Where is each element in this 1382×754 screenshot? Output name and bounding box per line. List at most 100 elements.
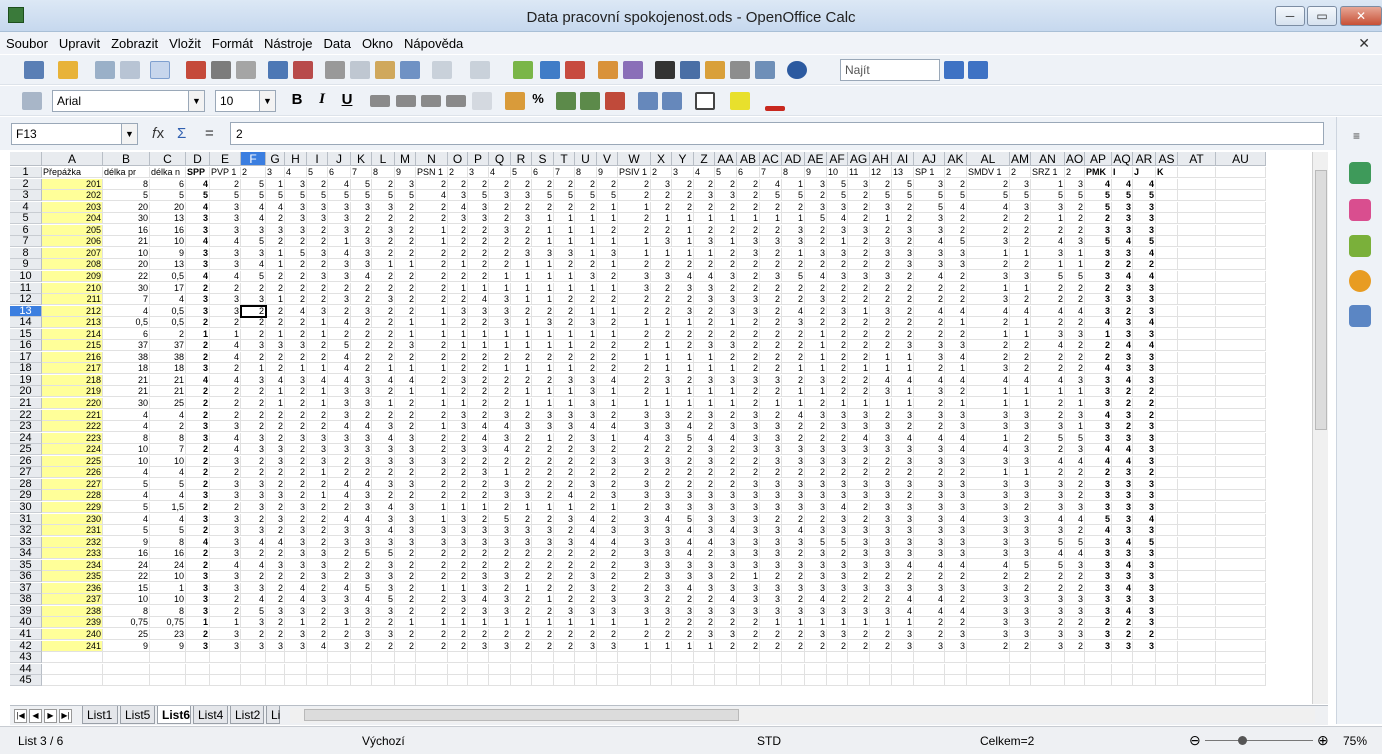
grid-cell[interactable]: 2 (1031, 409, 1065, 421)
grid-cell[interactable]: 3 (307, 444, 328, 456)
grid-cell[interactable]: 3 (448, 213, 468, 225)
grid-cell[interactable]: 3 (827, 421, 848, 433)
grid-cell[interactable]: 3 (1010, 478, 1031, 490)
grid-cell[interactable]: 3 (468, 571, 489, 583)
grid-cell[interactable]: 5 (945, 236, 967, 248)
grid-cell[interactable]: 3 (694, 294, 715, 306)
menu-item[interactable]: Zobrazit (105, 32, 163, 51)
grid-cell[interactable]: 3 (827, 305, 848, 317)
grid-cell[interactable]: 3 (328, 201, 351, 213)
sidebar-menu-icon[interactable]: ≡ (1353, 129, 1360, 143)
grid-cell[interactable]: 1 (468, 328, 489, 340)
grid-cell[interactable]: 2 (448, 629, 468, 640)
grid-cell[interactable]: 2 (1031, 467, 1065, 479)
grid-cell[interactable]: 2 (266, 582, 285, 594)
grid-cell[interactable]: 2 (848, 236, 870, 248)
grid-cell[interactable]: 2 (328, 629, 351, 640)
grid-cell[interactable]: J (1133, 167, 1156, 178)
grid-cell[interactable]: 3 (827, 525, 848, 537)
grid-cell[interactable]: 3 (372, 478, 395, 490)
grid-cell[interactable] (186, 675, 210, 687)
grid-cell[interactable]: 5 (870, 190, 892, 202)
grid-cell[interactable]: 2 (715, 467, 737, 479)
grid-cell[interactable]: 2 (1031, 351, 1065, 363)
grid-cell[interactable]: 3 (328, 409, 351, 421)
grid-cell[interactable]: 2 (554, 259, 575, 271)
save-icon[interactable] (95, 61, 115, 79)
grid-cell[interactable] (511, 652, 532, 664)
grid-cell[interactable]: 7 (150, 444, 186, 456)
column-header[interactable]: AM (1010, 152, 1031, 166)
grid-cell[interactable]: 2 (416, 594, 448, 606)
grid-cell[interactable]: 2 (416, 478, 448, 490)
grid-cell[interactable]: 2 (1010, 501, 1031, 513)
grid-cell[interactable]: 2 (416, 432, 448, 444)
grid-cell[interactable]: 218 (42, 374, 103, 386)
grid-cell[interactable]: 3 (737, 582, 760, 594)
grid-cell[interactable]: 3 (694, 340, 715, 352)
grid-cell[interactable]: 4 (967, 305, 1010, 317)
align-center-icon[interactable] (396, 95, 416, 107)
grid-cell[interactable] (1216, 167, 1266, 178)
grid-cell[interactable] (1216, 224, 1266, 236)
grid-cell[interactable]: 2 (328, 328, 351, 340)
grid-cell[interactable]: 2 (1065, 282, 1085, 294)
grid-cell[interactable]: 2 (266, 351, 285, 363)
sheet-tab[interactable]: List5 (120, 706, 155, 724)
grid-cell[interactable]: 3 (760, 455, 782, 467)
grid-cell[interactable] (848, 675, 870, 687)
grid-cell[interactable]: 2 (416, 374, 448, 386)
grid-cell[interactable]: 3 (1112, 467, 1133, 479)
grid-cell[interactable]: 1 (1065, 259, 1085, 271)
grid-cell[interactable] (1065, 675, 1085, 687)
grid-cell[interactable] (618, 663, 651, 675)
grid-cell[interactable]: 3 (827, 444, 848, 456)
grid-cell[interactable]: 2 (892, 467, 914, 479)
merge-cells-icon[interactable] (472, 92, 492, 110)
grid-cell[interactable]: 223 (42, 432, 103, 444)
grid-cell[interactable]: 4 (945, 351, 967, 363)
grid-cell[interactable]: 3 (694, 571, 715, 583)
grid-cell[interactable]: 5 (241, 270, 266, 282)
grid-cell[interactable]: 3 (914, 490, 945, 502)
grid-cell[interactable]: 2 (416, 467, 448, 479)
grid-cell[interactable]: 2 (715, 478, 737, 490)
grid-cell[interactable]: 3 (760, 548, 782, 560)
grid-cell[interactable]: 3 (914, 513, 945, 525)
grid-cell[interactable]: 3 (1010, 178, 1031, 190)
grid-cell[interactable]: 5 (351, 178, 372, 190)
grid-cell[interactable]: 2 (651, 305, 672, 317)
copy-icon[interactable] (350, 61, 370, 79)
background-color-icon[interactable] (730, 92, 750, 110)
grid-cell[interactable]: 4 (1010, 374, 1031, 386)
font-size-select[interactable]: 10 ▼ (215, 90, 276, 112)
grid-cell[interactable]: 5 (241, 236, 266, 248)
grid-cell[interactable]: 3 (266, 340, 285, 352)
grid-cell[interactable]: 5 (892, 190, 914, 202)
grid-cell[interactable]: 3 (1133, 640, 1156, 652)
grid-cell[interactable] (1178, 444, 1216, 456)
grid-cell[interactable]: 3 (737, 525, 760, 537)
grid-cell[interactable]: 18 (150, 363, 186, 375)
grid-cell[interactable]: 3 (575, 478, 597, 490)
grid-cell[interactable]: 2 (511, 432, 532, 444)
grid-cell[interactable]: 2 (210, 605, 241, 617)
grid-cell[interactable]: 3 (694, 236, 715, 248)
grid-cell[interactable]: 2 (532, 478, 554, 490)
grid-cell[interactable]: 2 (532, 305, 554, 317)
grid-cell[interactable]: 1 (597, 236, 618, 248)
grid-cell[interactable]: 4 (914, 270, 945, 282)
grid-cell[interactable]: 2 (848, 317, 870, 329)
grid-cell[interactable] (42, 675, 103, 687)
grid-cell[interactable]: 4 (186, 270, 210, 282)
grid-cell[interactable]: 3 (511, 536, 532, 548)
first-sheet-button[interactable]: |◀ (14, 709, 27, 723)
grid-cell[interactable]: 2 (892, 317, 914, 329)
grid-cell[interactable]: 17 (150, 282, 186, 294)
grid-cell[interactable]: 2 (805, 317, 827, 329)
grid-cell[interactable]: 230 (42, 513, 103, 525)
grid-cell[interactable]: 2 (241, 467, 266, 479)
grid-cell[interactable]: 3 (737, 513, 760, 525)
grid-cell[interactable]: 1 (760, 398, 782, 409)
grid-cell[interactable]: 1 (1085, 328, 1112, 340)
